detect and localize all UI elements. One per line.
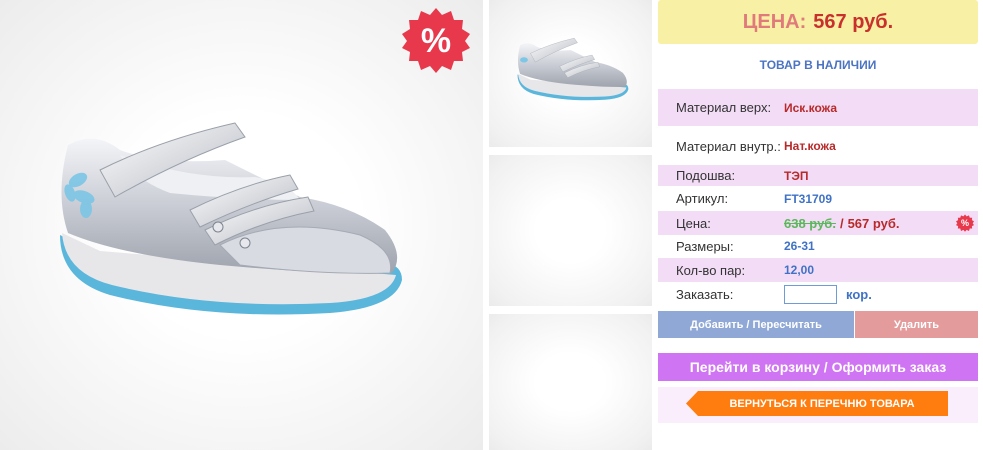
spec-row-price: Цена: 638 руб. / 567 руб. % xyxy=(658,211,978,235)
spec-value: FT31709 xyxy=(784,191,833,206)
spec-row-sole: Подошва: ТЭП xyxy=(658,165,978,186)
spec-label: Подошва: xyxy=(676,168,736,183)
product-info-panel: ЦЕНА: 567 руб. ТОВАР В НАЛИЧИИ Материал … xyxy=(658,0,980,450)
svg-text:%: % xyxy=(961,218,969,228)
spec-row-lining-material: Материал внутр.: Нат.кожа xyxy=(658,129,978,163)
delete-button[interactable]: Удалить xyxy=(855,311,978,338)
old-price: 638 руб. xyxy=(784,215,836,231)
back-button-container: ВЕРНУТЬСЯ К ПЕРЕЧНЮ ТОВАРА xyxy=(658,387,978,423)
thumbnail-1[interactable] xyxy=(489,0,652,147)
spec-row-sizes: Размеры: 26-31 xyxy=(658,235,978,257)
sale-badge-symbol: % xyxy=(421,22,451,60)
spec-label: Размеры: xyxy=(676,238,734,254)
add-recalculate-button[interactable]: Добавить / Пересчитать xyxy=(658,311,854,338)
spec-row-order: Заказать: кор. xyxy=(658,282,978,306)
price-separator: / xyxy=(839,215,844,231)
shoe-thumbnail-image xyxy=(517,37,629,101)
spec-row-upper-material: Материал верх: Иск.кожа xyxy=(658,89,978,126)
thumbnail-3[interactable] xyxy=(489,314,652,450)
spec-label: Материал внутр.: xyxy=(676,138,781,154)
new-price: 567 руб. xyxy=(847,215,900,231)
order-unit: кор. xyxy=(846,286,872,302)
spec-row-pairs-count: Кол-во пар: 12,00 xyxy=(658,258,978,282)
sale-badge: % xyxy=(402,6,470,74)
spec-value: 12,00 xyxy=(784,263,815,277)
spec-value: ТЭП xyxy=(784,168,809,183)
shoe-image xyxy=(60,122,402,315)
order-quantity-input[interactable] xyxy=(784,284,837,304)
price-box: ЦЕНА: 567 руб. xyxy=(658,0,978,44)
thumbnail-list xyxy=(489,0,652,450)
thumbnail-2[interactable] xyxy=(489,155,652,306)
main-product-photo[interactable]: % xyxy=(0,0,483,450)
spec-label: Артикул: xyxy=(676,191,729,206)
spec-value: Нат.кожа xyxy=(784,139,836,153)
go-to-cart-button[interactable]: Перейти в корзину / Оформить заказ xyxy=(658,353,978,381)
spec-label: Цена: xyxy=(676,215,711,231)
spec-value: 26-31 xyxy=(784,239,815,253)
spec-label: Кол-во пар: xyxy=(676,262,746,278)
price-label: ЦЕНА: xyxy=(742,10,807,33)
price-value: 567 руб. xyxy=(813,10,894,33)
back-to-list-button[interactable]: ВЕРНУТЬСЯ К ПЕРЕЧНЮ ТОВАРА xyxy=(686,391,948,416)
stock-status: ТОВАР В НАЛИЧИИ xyxy=(759,58,877,72)
spec-value: Иск.кожа xyxy=(784,100,837,115)
spec-row-article: Артикул: FT31709 xyxy=(658,188,978,209)
spec-label: Заказать: xyxy=(676,286,734,302)
discount-icon: % xyxy=(956,214,974,232)
spec-label: Материал верх: xyxy=(676,100,772,115)
